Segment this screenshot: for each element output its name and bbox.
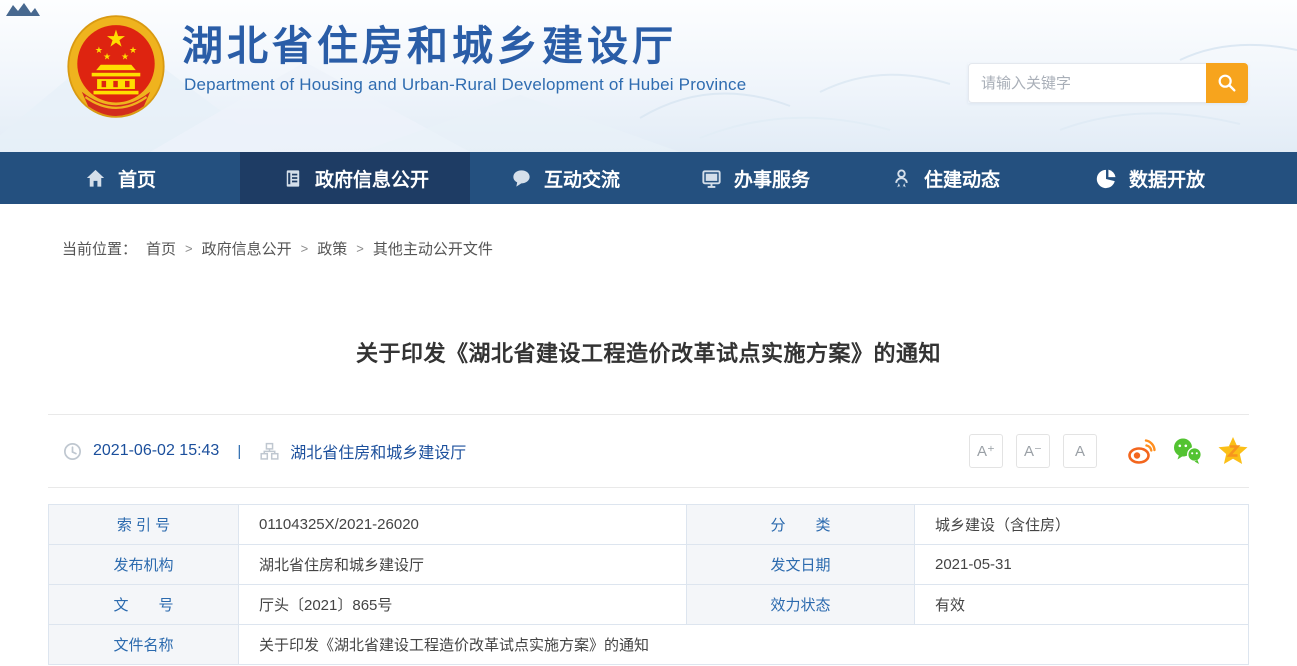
publish-time: 2021-06-02 15:43 <box>93 442 219 460</box>
nav-item-home[interactable]: 首页 <box>0 152 240 204</box>
qzone-share-icon[interactable] <box>1217 436 1249 466</box>
validity-label: 效力状态 <box>687 585 915 625</box>
nav-item-gov-info[interactable]: 政府信息公开 <box>240 152 470 204</box>
nav-item-label: 住建动态 <box>924 165 1000 192</box>
breadcrumb-item-other-docs[interactable]: 其他主动公开文件 <box>373 238 493 259</box>
main-nav: 首页 政府信息公开 互动交流 办事服务 住建 <box>0 152 1297 204</box>
breadcrumb-separator: > <box>301 241 309 256</box>
svg-text:★: ★ <box>103 52 111 62</box>
document-icon <box>281 167 304 190</box>
doc-title-label: 文件名称 <box>49 625 239 665</box>
doc-number-label: 文 号 <box>49 585 239 625</box>
nav-item-label: 首页 <box>118 165 156 192</box>
svg-text:★: ★ <box>121 52 129 62</box>
national-emblem-logo: ★ ★ ★ ★ ★ <box>62 10 170 132</box>
search-button[interactable] <box>1206 63 1248 103</box>
issuing-agency-label: 发布机构 <box>49 545 239 585</box>
home-icon <box>84 167 107 190</box>
site-subtitle: Department of Housing and Urban-Rural De… <box>184 75 746 95</box>
index-number-value: 01104325X/2021-26020 <box>239 505 687 545</box>
table-row: 发布机构 湖北省住房和城乡建设厅 发文日期 2021-05-31 <box>49 545 1249 585</box>
index-number-label: 索 引 号 <box>49 505 239 545</box>
weibo-share-icon[interactable] <box>1126 436 1158 466</box>
breadcrumb-prefix: 当前位置： <box>62 238 137 259</box>
issue-date-label: 发文日期 <box>687 545 915 585</box>
doc-title-value: 关于印发《湖北省建设工程造价改革试点实施方案》的通知 <box>239 625 1249 665</box>
article-meta-right: A⁺ A⁻ A <box>969 434 1249 468</box>
category-value: 城乡建设（含住房） <box>915 505 1249 545</box>
pie-chart-icon <box>1095 167 1118 190</box>
validity-value: 有效 <box>915 585 1249 625</box>
svg-text:★: ★ <box>106 25 127 53</box>
nav-item-interaction[interactable]: 互动交流 <box>470 152 660 204</box>
search-input[interactable] <box>968 63 1206 103</box>
issuing-agency-value: 湖北省住房和城乡建设厅 <box>239 545 687 585</box>
article-title: 关于印发《湖北省建设工程造价改革试点实施方案》的通知 <box>48 336 1249 368</box>
issue-date-value: 2021-05-31 <box>915 545 1249 585</box>
site-title: 湖北省住房和城乡建设厅 <box>182 24 746 69</box>
breadcrumb-item-home[interactable]: 首页 <box>146 238 176 259</box>
breadcrumb-item-policy[interactable]: 政策 <box>317 238 347 259</box>
nav-item-label: 互动交流 <box>544 165 620 192</box>
nav-item-news[interactable]: 住建动态 <box>850 152 1040 204</box>
font-decrease-button[interactable]: A⁻ <box>1016 434 1050 468</box>
breadcrumb-separator: > <box>185 241 193 256</box>
article-meta-bar: 2021-06-02 15:43 | 湖北省住房和城乡建设厅 A⁺ A⁻ A <box>48 414 1249 488</box>
breadcrumb-item-gov-info[interactable]: 政府信息公开 <box>202 238 292 259</box>
nav-item-label: 政府信息公开 <box>315 165 429 192</box>
table-row: 文件名称 关于印发《湖北省建设工程造价改革试点实施方案》的通知 <box>49 625 1249 665</box>
nav-item-label: 数据开放 <box>1129 165 1205 192</box>
svg-text:★: ★ <box>95 46 103 56</box>
monitor-icon <box>700 167 723 190</box>
meta-divider: | <box>237 443 241 460</box>
article-source: 湖北省住房和城乡建设厅 <box>290 439 466 463</box>
font-reset-button[interactable]: A <box>1063 434 1097 468</box>
table-row: 文 号 厅头〔2021〕865号 效力状态 有效 <box>49 585 1249 625</box>
doc-number-value: 厅头〔2021〕865号 <box>239 585 687 625</box>
clock-icon <box>62 441 83 462</box>
source-sitemap-icon <box>259 441 280 462</box>
site-header: ★ ★ ★ ★ ★ 湖北省住房和城乡建设厅 Department of Hous… <box>0 0 1297 152</box>
chat-icon <box>510 167 533 190</box>
nav-item-open-data[interactable]: 数据开放 <box>1040 152 1260 204</box>
article-meta-left: 2021-06-02 15:43 | 湖北省住房和城乡建设厅 <box>48 439 466 463</box>
svg-text:★: ★ <box>129 46 137 56</box>
person-badge-icon <box>890 167 913 190</box>
breadcrumb: 当前位置： 首页 > 政府信息公开 > 政策 > 其他主动公开文件 <box>48 238 1249 258</box>
site-search <box>968 63 1248 103</box>
wechat-share-icon[interactable] <box>1171 436 1204 466</box>
nav-item-services[interactable]: 办事服务 <box>660 152 850 204</box>
document-info-table: 索 引 号 01104325X/2021-26020 分 类 城乡建设（含住房）… <box>48 504 1249 665</box>
category-label: 分 类 <box>687 505 915 545</box>
search-icon <box>1216 72 1238 94</box>
font-increase-button[interactable]: A⁺ <box>969 434 1003 468</box>
breadcrumb-separator: > <box>356 241 364 256</box>
nav-item-label: 办事服务 <box>734 165 810 192</box>
table-row: 索 引 号 01104325X/2021-26020 分 类 城乡建设（含住房） <box>49 505 1249 545</box>
